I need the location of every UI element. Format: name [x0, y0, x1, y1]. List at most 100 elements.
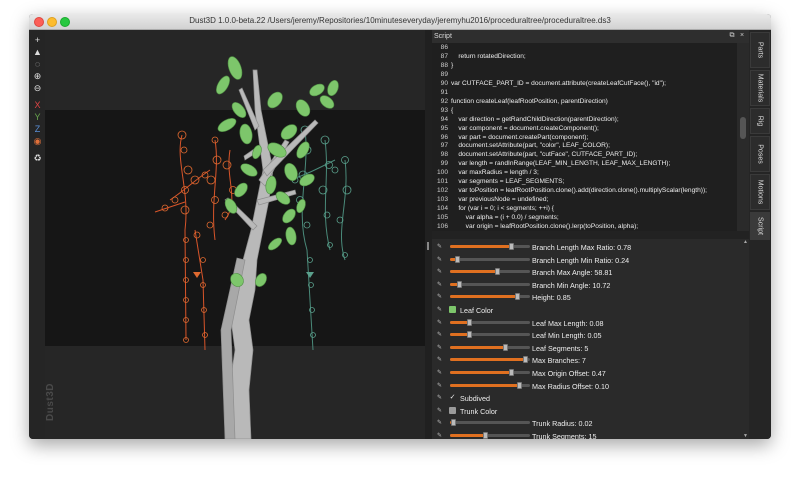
edit-param-icon[interactable]: ✎: [437, 433, 443, 439]
code-line[interactable]: 106 var origin = leafRootPosition.clone(…: [432, 223, 737, 231]
edit-param-icon[interactable]: ✎: [437, 345, 443, 351]
param-slider[interactable]: [450, 280, 530, 288]
edit-param-icon[interactable]: ✎: [437, 244, 443, 250]
slider-handle[interactable]: [495, 268, 500, 276]
regenerate-icon[interactable]: ♻: [32, 153, 43, 164]
zoom-out-icon[interactable]: ⊖: [32, 83, 43, 94]
model-viewport[interactable]: Dust3D: [45, 30, 425, 439]
code-line[interactable]: 95 var component = document.createCompon…: [432, 125, 737, 134]
param-slider[interactable]: [450, 343, 530, 351]
param-slider[interactable]: [450, 293, 530, 301]
code-line[interactable]: 90 var CUTFACE_PART_ID = document.attribu…: [432, 80, 737, 89]
tab-motions[interactable]: Motions: [750, 174, 770, 210]
code-line[interactable]: 104 for (var i = 0; i < segments; ++i) {: [432, 205, 737, 214]
param-slider[interactable]: [450, 356, 530, 364]
slider-handle[interactable]: [517, 381, 523, 389]
color-swatch[interactable]: [449, 306, 456, 313]
param-row: ✎ Branch Length Max Ratio: 0.78: [432, 241, 742, 254]
code-line[interactable]: 96 var part = document.createPart(compon…: [432, 134, 737, 143]
edit-param-icon[interactable]: ✎: [437, 370, 443, 376]
param-slider[interactable]: [450, 432, 530, 439]
param-slider[interactable]: [450, 419, 530, 427]
slider-handle[interactable]: [503, 343, 508, 351]
select-arrow-icon[interactable]: ▲: [32, 47, 43, 58]
scroll-up-icon[interactable]: ▲: [742, 239, 749, 245]
edit-param-icon[interactable]: ✎: [437, 307, 443, 313]
edit-param-icon[interactable]: ✎: [437, 357, 443, 363]
x-axis-lock-icon[interactable]: X: [32, 100, 43, 111]
tab-parts[interactable]: Parts: [750, 32, 770, 68]
viewport-splitter[interactable]: [425, 30, 432, 439]
edit-param-icon[interactable]: ✎: [437, 332, 443, 338]
slider-track[interactable]: [450, 257, 530, 261]
edit-param-icon[interactable]: ✎: [437, 257, 443, 263]
code-line[interactable]: 89: [432, 71, 737, 80]
slider-handle[interactable]: [456, 280, 462, 288]
slider-handle[interactable]: [467, 331, 472, 339]
param-slider[interactable]: [450, 243, 530, 250]
code-line[interactable]: 87 return rotatedDirection;: [432, 53, 737, 62]
param-slider[interactable]: [450, 318, 530, 326]
code-line[interactable]: 88}: [432, 62, 737, 71]
slider-handle[interactable]: [515, 293, 520, 301]
slider-handle[interactable]: [455, 255, 460, 263]
code-line[interactable]: 102 var toPosition = leafRootPosition.cl…: [432, 187, 737, 196]
code-line[interactable]: 92 function createLeaf(leafRootPosition, …: [432, 98, 737, 107]
code-line[interactable]: 86: [432, 44, 737, 53]
scroll-down-icon[interactable]: ▼: [742, 433, 749, 439]
code-line[interactable]: 93{: [432, 107, 737, 116]
edit-param-icon[interactable]: ✎: [437, 282, 443, 288]
float-panel-icon[interactable]: ⧉: [728, 32, 736, 40]
slider-handle[interactable]: [483, 432, 488, 439]
edit-param-icon[interactable]: ✎: [437, 294, 443, 300]
code-line[interactable]: 100 var maxRadius = length / 3;: [432, 169, 737, 178]
color-swatch[interactable]: [449, 406, 456, 414]
script-editor-scrollbar[interactable]: [737, 43, 749, 231]
param-slider[interactable]: [450, 255, 530, 263]
param-slider[interactable]: [450, 331, 530, 339]
editor-params-splitter[interactable]: [432, 231, 749, 239]
scrollbar-thumb[interactable]: [740, 117, 746, 139]
slider-handle[interactable]: [523, 356, 528, 364]
code-line[interactable]: 103 var previousNode = undefined;: [432, 196, 737, 205]
edit-param-icon[interactable]: ✎: [437, 408, 443, 414]
tab-poses[interactable]: Poses: [750, 136, 770, 172]
param-slider[interactable]: [450, 381, 530, 389]
script-editor[interactable]: 86 87 return rotatedDirection; 88} 89 90 var …: [432, 43, 749, 231]
slider-handle[interactable]: [509, 243, 515, 250]
code-line[interactable]: 99 var length = randInRange(LEAF_MIN_LEN…: [432, 160, 737, 169]
edit-param-icon[interactable]: ✎: [437, 269, 443, 275]
code-line[interactable]: 105 var alpha = (i + 0.0) / segments;: [432, 214, 737, 223]
z-axis-lock-icon[interactable]: Z: [32, 124, 43, 135]
tab-materials[interactable]: Materials: [750, 70, 770, 106]
y-axis-lock-icon[interactable]: Y: [32, 112, 43, 123]
code-line[interactable]: 94 var direction = getRandChildDirection…: [432, 116, 737, 125]
lasso-icon[interactable]: ◌: [32, 59, 43, 70]
edit-param-icon[interactable]: ✎: [437, 420, 443, 426]
code-line[interactable]: 98 document.setAttribute(part, "cutFace"…: [432, 151, 737, 160]
radius-lock-icon[interactable]: ◉: [32, 136, 43, 147]
slider-track[interactable]: [450, 282, 530, 286]
tab-script[interactable]: Script: [750, 212, 770, 240]
edit-param-icon[interactable]: ✎: [437, 383, 443, 389]
param-slider[interactable]: [450, 268, 530, 276]
edit-param-icon[interactable]: ✎: [437, 320, 443, 326]
code-line[interactable]: 97 document.setAttribute(part, "color", …: [432, 142, 737, 151]
model-render: [45, 56, 425, 439]
slider-handle[interactable]: [451, 419, 456, 427]
slider-handle[interactable]: [467, 318, 472, 326]
param-slider[interactable]: [450, 369, 530, 376]
code-line[interactable]: 101 var segments = LEAF_SEGMENTS;: [432, 178, 737, 187]
params-scrollbar[interactable]: ▲ ▼: [742, 239, 749, 439]
side-tab-bar: Parts Materials Rig Poses Motions Script: [749, 30, 771, 439]
slider-handle[interactable]: [509, 369, 515, 376]
zoom-in-icon[interactable]: ⊕: [32, 71, 43, 82]
close-panel-icon[interactable]: ×: [738, 32, 746, 40]
edit-param-icon[interactable]: ✎: [437, 395, 443, 401]
add-icon[interactable]: +: [32, 35, 43, 46]
tab-rig[interactable]: Rig: [750, 108, 770, 134]
splitter-grip-icon[interactable]: [427, 242, 429, 250]
slider-track[interactable]: [450, 421, 530, 425]
checkbox[interactable]: ✓: [449, 394, 456, 401]
code-line[interactable]: 91: [432, 89, 737, 98]
